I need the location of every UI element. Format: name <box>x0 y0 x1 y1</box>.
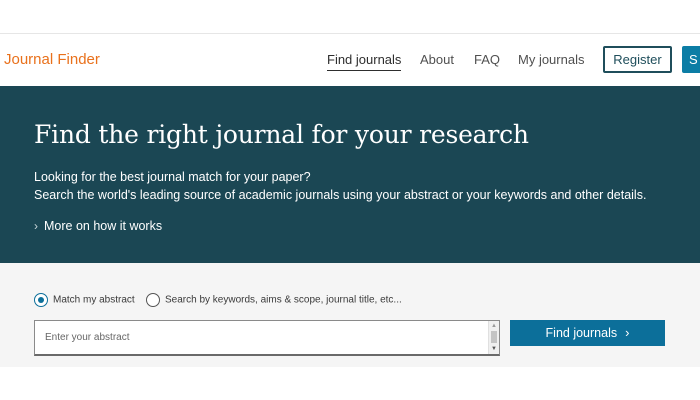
nav-faq[interactable]: FAQ <box>474 52 500 67</box>
journal-finder-logo[interactable]: Journal Finder <box>4 51 100 68</box>
radio-label-keywords: Search by keywords, aims & scope, journa… <box>165 294 402 306</box>
hero-title: Find the right journal for your research <box>34 120 529 149</box>
nav-about[interactable]: About <box>420 52 454 67</box>
hero-subtitle-line1: Looking for the best journal match for y… <box>34 170 311 184</box>
chevron-right-icon: › <box>34 219 38 233</box>
top-navigation: Journal Finder Find journals About FAQ M… <box>0 33 700 86</box>
radio-search-keywords[interactable]: Search by keywords, aims & scope, journa… <box>146 293 402 307</box>
abstract-placeholder: Enter your abstract <box>45 332 130 343</box>
scroll-down-arrow-icon[interactable]: ▼ <box>491 346 497 352</box>
sign-in-button[interactable]: S <box>682 46 700 73</box>
more-link-label: More on how it works <box>44 219 163 233</box>
scroll-up-arrow-icon[interactable]: ▲ <box>491 323 497 329</box>
radio-button-unchecked[interactable] <box>146 293 160 307</box>
nav-my-journals[interactable]: My journals <box>518 52 584 67</box>
hero-banner: Find the right journal for your research… <box>0 86 700 263</box>
textarea-scrollbar[interactable]: ▲ ▼ <box>488 321 499 354</box>
radio-button-checked[interactable] <box>34 293 48 307</box>
radio-match-abstract[interactable]: Match my abstract <box>34 293 135 307</box>
register-button[interactable]: Register <box>603 46 672 73</box>
nav-find-journals[interactable]: Find journals <box>327 52 402 71</box>
search-panel: Match my abstract Search by keywords, ai… <box>0 263 700 367</box>
scroll-thumb[interactable] <box>491 331 497 343</box>
more-on-how-it-works-link[interactable]: › More on how it works <box>34 219 162 233</box>
radio-label-abstract: Match my abstract <box>53 294 135 306</box>
abstract-textarea[interactable]: Enter your abstract ▲ ▼ <box>34 320 500 356</box>
hero-subtitle-line2: Search the world's leading source of aca… <box>34 188 647 202</box>
find-journals-button[interactable]: Find journals › <box>510 320 665 346</box>
chevron-right-icon: › <box>625 325 630 340</box>
find-journals-label: Find journals <box>545 326 618 340</box>
